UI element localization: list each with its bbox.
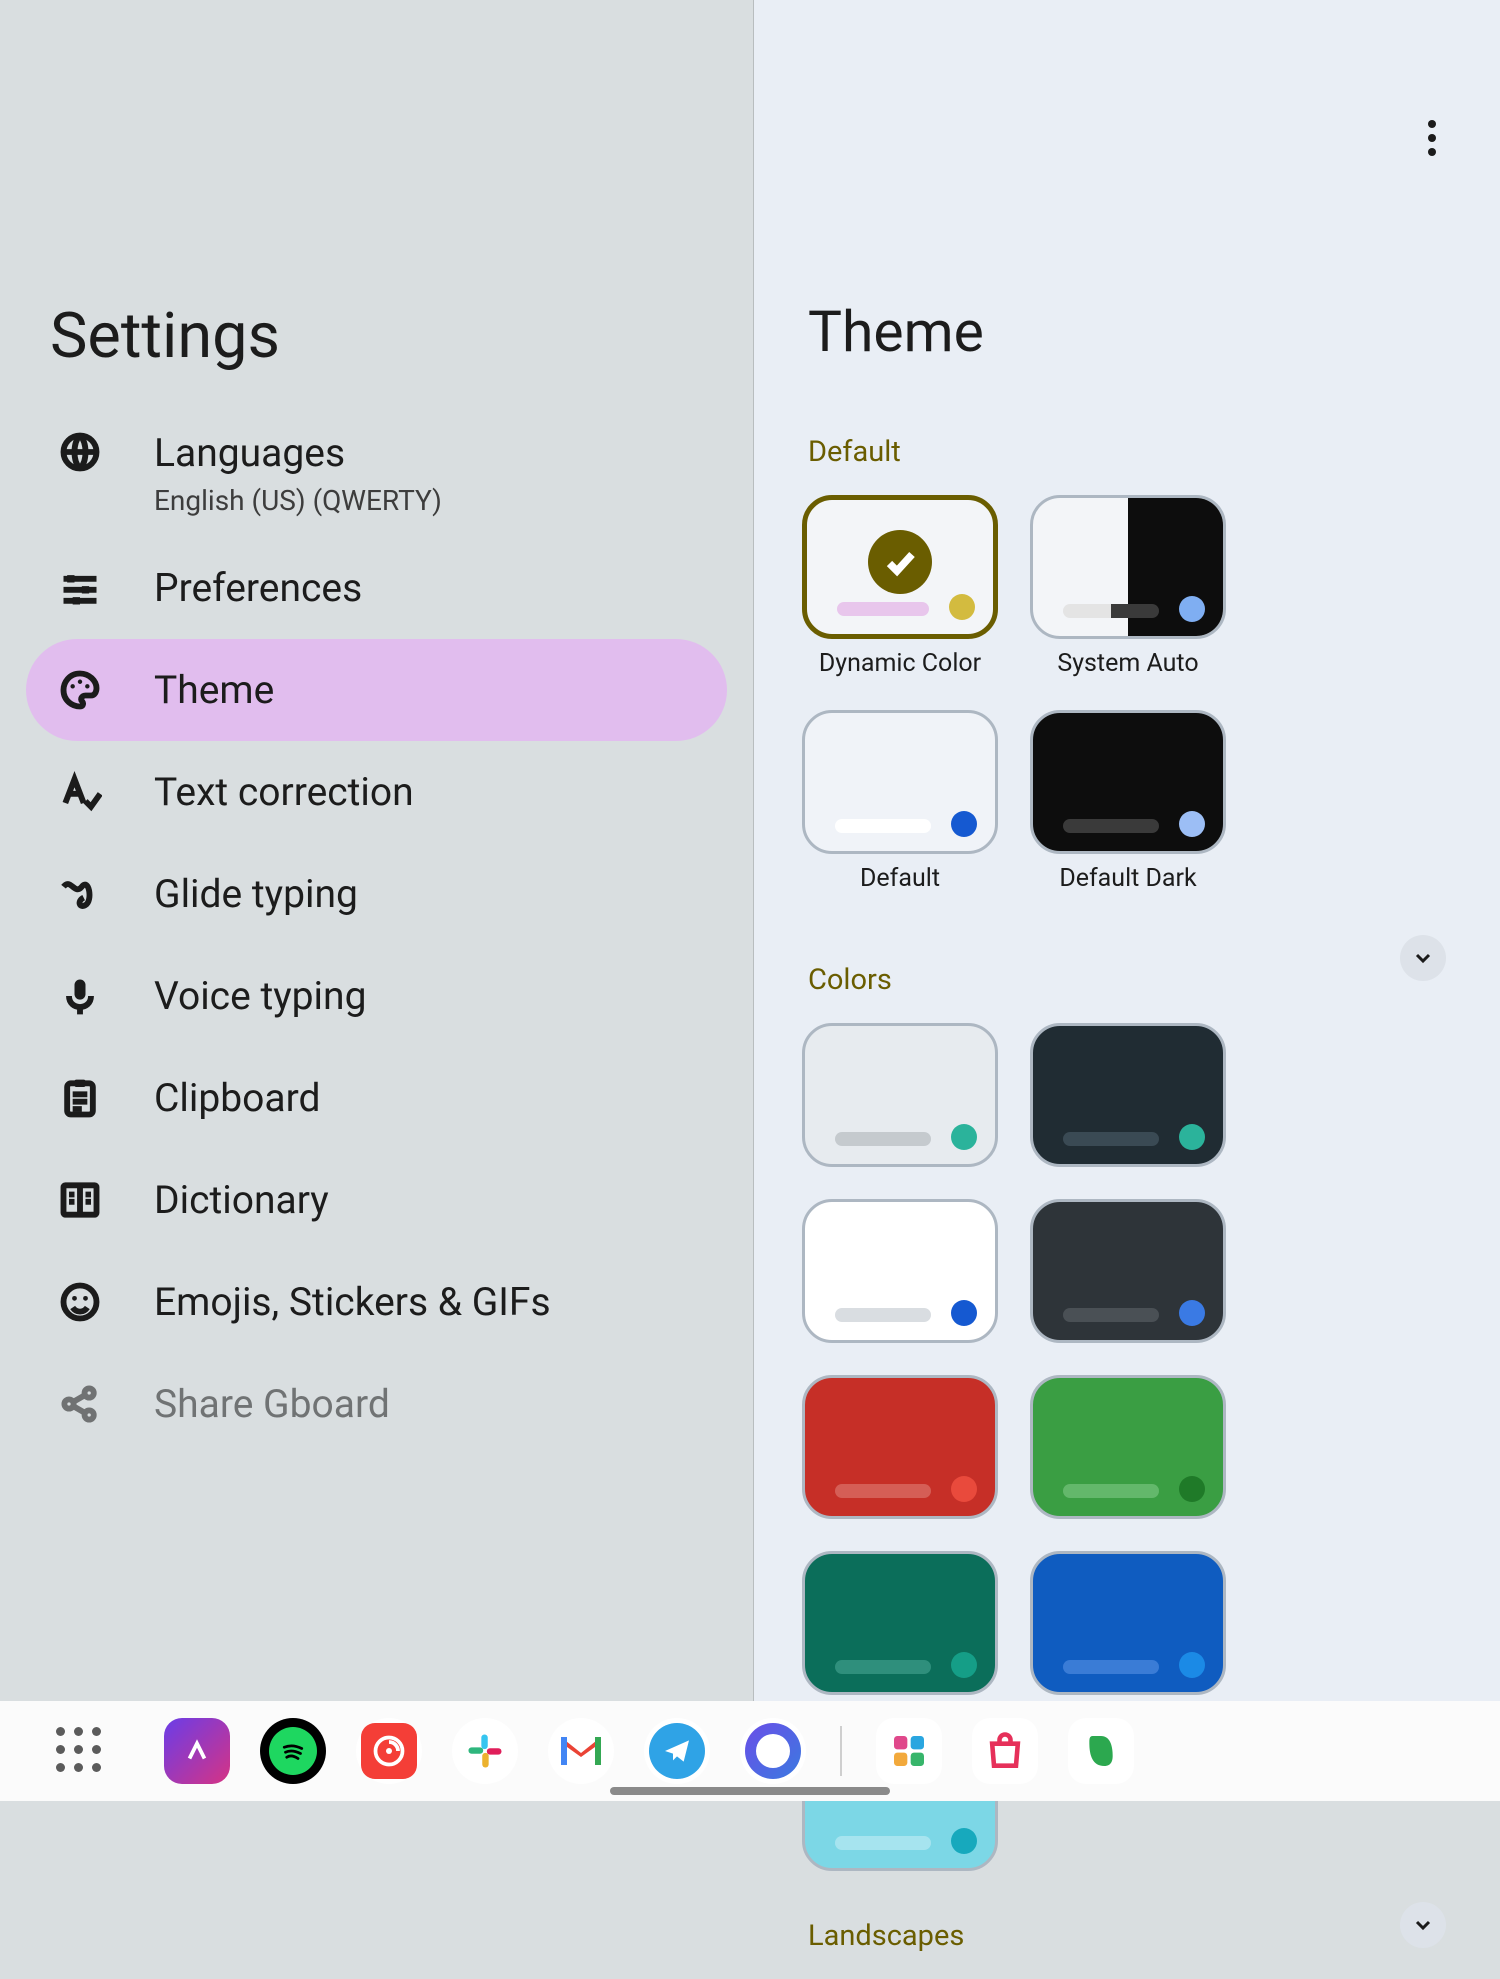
app-icon-store[interactable] — [972, 1718, 1038, 1784]
clipboard-icon — [58, 1076, 102, 1120]
mic-icon — [58, 974, 102, 1018]
sidebar-item-label: Glide typing — [154, 871, 358, 917]
theme-default[interactable] — [802, 710, 998, 854]
app-icon-1[interactable] — [164, 1718, 230, 1784]
app-icon-pocketcasts[interactable] — [356, 1718, 422, 1784]
expand-colors-button[interactable] — [1400, 935, 1446, 981]
app-icon-spotify[interactable] — [260, 1718, 326, 1784]
sidebar-item-clipboard[interactable]: Clipboard — [0, 1047, 753, 1149]
theme-default-dark[interactable] — [1030, 710, 1226, 854]
sidebar-item-text-correction[interactable]: Text correction — [0, 741, 753, 843]
pane-title: Theme — [754, 118, 1500, 365]
tile-caption: Dynamic Color — [819, 649, 981, 678]
color-tile-4[interactable] — [802, 1375, 998, 1519]
sidebar-item-glide-typing[interactable]: Glide typing — [0, 843, 753, 945]
color-tile-7[interactable] — [1030, 1551, 1226, 1695]
app-icon-browser[interactable] — [740, 1718, 806, 1784]
expand-landscapes-button[interactable] — [1400, 1902, 1446, 1948]
sidebar-item-dictionary[interactable]: Dictionary — [0, 1149, 753, 1251]
color-tile-5[interactable] — [1030, 1375, 1226, 1519]
share-icon — [58, 1382, 102, 1426]
check-icon — [868, 530, 932, 594]
sidebar-item-languages[interactable]: Languages English (US) (QWERTY) — [0, 410, 753, 537]
sidebar-item-voice-typing[interactable]: Voice typing — [0, 945, 753, 1047]
sidebar-item-label: Clipboard — [154, 1075, 320, 1121]
app-icon-slack[interactable] — [452, 1718, 518, 1784]
nav-bar — [0, 1701, 1500, 1801]
tile-caption: System Auto — [1057, 649, 1198, 678]
app-icon-gmail[interactable] — [548, 1718, 614, 1784]
app-icon-samsung1[interactable] — [876, 1718, 942, 1784]
color-tile-0[interactable] — [802, 1023, 998, 1167]
color-tile-1[interactable] — [1030, 1023, 1226, 1167]
sidebar-item-preferences[interactable]: Preferences — [0, 537, 753, 639]
app-icon-evernote[interactable] — [1068, 1718, 1134, 1784]
book-icon — [58, 1178, 102, 1222]
color-tile-2[interactable] — [802, 1199, 998, 1343]
theme-dynamic-color[interactable] — [802, 495, 998, 639]
sidebar-item-emojis[interactable]: Emojis, Stickers & GIFs — [0, 1251, 753, 1353]
theme-system-auto[interactable] — [1030, 495, 1226, 639]
palette-icon — [58, 668, 102, 712]
sidebar-item-sub: English (US) (QWERTY) — [154, 484, 442, 517]
section-landscapes: Landscapes — [754, 1871, 964, 1979]
sidebar-item-share[interactable]: Share Gboard — [0, 1353, 753, 1455]
sidebar-item-label: Emojis, Stickers & GIFs — [154, 1279, 551, 1325]
section-colors: Colors — [754, 893, 892, 1023]
sidebar-item-label: Languages — [154, 430, 442, 476]
tile-caption: Default Dark — [1059, 864, 1196, 893]
settings-sidebar: Settings Languages English (US) (QWERTY)… — [0, 0, 753, 1701]
theme-pane: Theme Default Dynamic Color System Auto — [753, 0, 1500, 1701]
settings-title: Settings — [50, 300, 280, 373]
sidebar-item-label: Text correction — [154, 769, 414, 815]
sidebar-item-label: Voice typing — [154, 973, 366, 1019]
section-default: Default — [754, 365, 1500, 495]
sidebar-item-label: Dictionary — [154, 1177, 329, 1223]
sidebar-item-theme[interactable]: Theme — [26, 639, 727, 741]
emoji-icon — [58, 1280, 102, 1324]
tile-caption: Default — [860, 864, 940, 893]
nav-separator — [840, 1726, 842, 1776]
squiggle-icon — [58, 872, 102, 916]
sliders-icon — [58, 566, 102, 610]
app-drawer-button[interactable] — [56, 1727, 104, 1775]
text-check-icon — [58, 770, 102, 814]
sidebar-item-label: Theme — [154, 667, 274, 713]
sidebar-item-label: Share Gboard — [154, 1381, 390, 1427]
app-icon-telegram[interactable] — [644, 1718, 710, 1784]
more-options-button[interactable] — [1412, 118, 1452, 158]
globe-icon — [58, 430, 102, 474]
color-tile-3[interactable] — [1030, 1199, 1226, 1343]
sidebar-item-label: Preferences — [154, 565, 362, 611]
gesture-handle[interactable] — [610, 1787, 890, 1795]
color-tile-6[interactable] — [802, 1551, 998, 1695]
